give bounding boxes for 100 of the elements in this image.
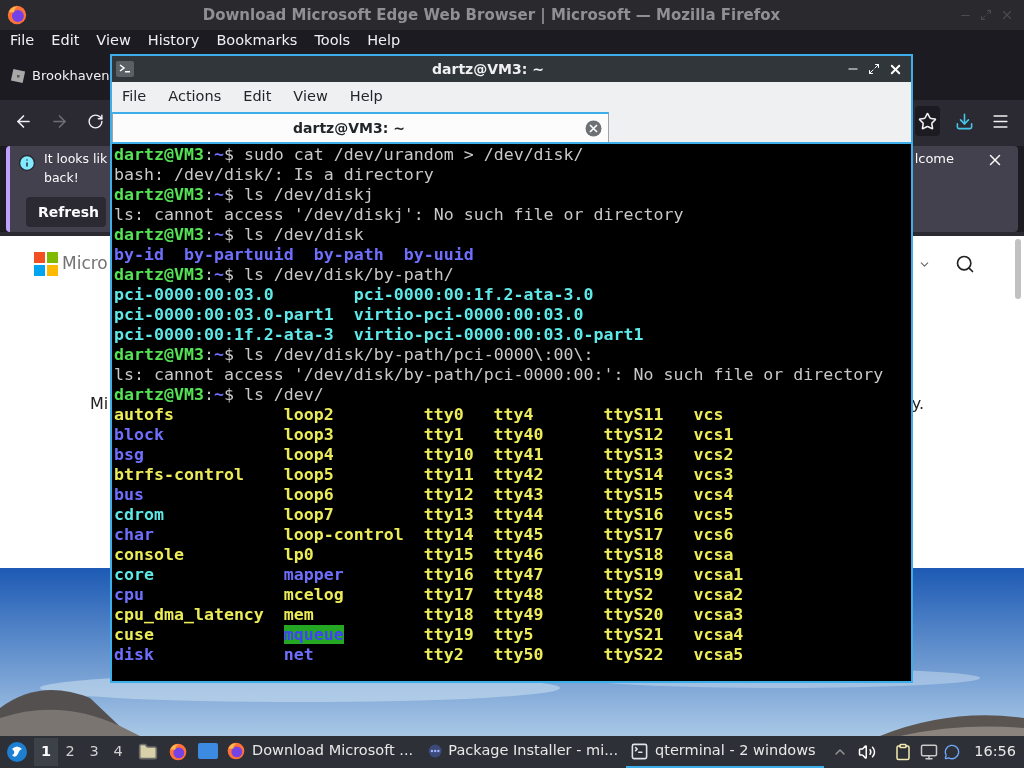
file-name: tty13: [423, 505, 474, 524]
file-name: ttyS18: [603, 545, 664, 564]
terminal-tab[interactable]: dartz@VM3: ~: [112, 112, 609, 142]
file-name: btrfs-control: [114, 465, 244, 484]
menu-item[interactable]: File: [122, 86, 147, 108]
workspace-button[interactable]: 2: [58, 738, 82, 766]
clock[interactable]: 16:56: [974, 741, 1016, 763]
command-line: dartz@VM3:~$ ls /dev/disk/by-path/: [114, 265, 454, 285]
output-line: ls: cannot access '/dev/diskj': No such file or directory: [114, 205, 684, 225]
file-name: tty46: [493, 545, 544, 564]
output-line: ls: cannot access '/dev/disk/by-path/pci-0000:00:': No such file or directory: [114, 365, 884, 385]
workspace-button[interactable]: 4: [106, 738, 130, 766]
file-name: vcsa: [693, 545, 734, 564]
menu-item[interactable]: File: [10, 30, 35, 52]
menu-item[interactable]: Bookmarks: [216, 30, 298, 52]
file-name: tty41: [493, 445, 544, 464]
file-name: by-uuid: [403, 245, 474, 264]
file-name: by-path: [313, 245, 384, 264]
refresh-button[interactable]: Refresh: [26, 197, 106, 227]
workspace-button[interactable]: 3: [82, 738, 106, 766]
file-name: tty42: [493, 465, 544, 484]
file-name: ttyS12: [603, 425, 664, 444]
file-name: loop-control: [283, 525, 404, 544]
file-name: console: [114, 545, 184, 564]
file-name: cpu: [114, 585, 144, 604]
file-name: loop3: [283, 425, 334, 444]
output-line: bash: /dev/disk/: Is a directory: [114, 165, 434, 185]
file-name: ttyS11: [603, 405, 664, 424]
file-name: core: [114, 565, 154, 584]
file-name: pci-0000:00:03.0: [114, 285, 274, 304]
file-name: tty18: [423, 605, 474, 624]
file-name: vcsa3: [693, 605, 744, 624]
command-line: dartz@VM3:~$ ls /dev/: [114, 385, 324, 405]
file-name: tty48: [493, 585, 544, 604]
file-name: tty0: [423, 405, 464, 424]
file-name: virtio-pci-0000:00:03.0: [353, 305, 584, 324]
file-name: ttyS15: [603, 485, 664, 504]
file-name: ttyS19: [603, 565, 664, 584]
menu-item[interactable]: Edit: [243, 86, 272, 108]
file-name: cdrom: [114, 505, 164, 524]
file-name: tty44: [493, 505, 544, 524]
file-name: pci-0000:00:1f.2-ata-3: [114, 325, 334, 344]
file-name: ttyS20: [603, 605, 664, 624]
file-name: vcsa4: [693, 625, 744, 644]
page-text: Mi: [90, 393, 109, 415]
file-name: ttyS13: [603, 445, 664, 464]
file-name: loop4: [283, 445, 334, 464]
menu-item[interactable]: Help: [367, 30, 401, 52]
file-name: vcsa5: [693, 645, 744, 664]
file-name: tty5: [493, 625, 534, 644]
menu-item[interactable]: Actions: [168, 86, 222, 108]
file-name: mcelog: [283, 585, 344, 604]
notification-text: lcome: [914, 150, 954, 168]
file-name: pci-0000:00:1f.2-ata-3.0: [353, 285, 594, 304]
menu-item[interactable]: View: [96, 30, 131, 52]
window-title: dartz@VM3: ~: [431, 59, 545, 79]
file-name: cpu_dma_latency: [114, 605, 264, 624]
file-name: mqueue: [283, 625, 344, 644]
file-name: tty4: [493, 405, 534, 424]
workspace-button[interactable]: 1: [34, 738, 58, 766]
file-name: tty12: [423, 485, 474, 504]
file-name: loop7: [283, 505, 334, 524]
task-button[interactable]: Package Installer - mi...: [424, 736, 622, 768]
menu-item[interactable]: Tools: [314, 30, 351, 52]
file-name: loop2: [283, 405, 334, 424]
logo-text: Micro: [62, 252, 108, 276]
file-name: vcs4: [693, 485, 734, 504]
file-name: tty45: [493, 525, 544, 544]
file-name: ttyS16: [603, 505, 664, 524]
file-name: mem: [283, 605, 314, 624]
file-name: tty50: [493, 645, 544, 664]
menu-item[interactable]: Edit: [51, 30, 80, 52]
file-name: tty40: [493, 425, 544, 444]
file-name: vcs6: [693, 525, 734, 544]
file-name: ttyS22: [603, 645, 664, 664]
file-name: ttyS14: [603, 465, 664, 484]
file-name: tty14: [423, 525, 474, 544]
task-button[interactable]: Download Microsoft ...: [222, 736, 420, 768]
browser-tab[interactable]: Brookhaven: [32, 66, 110, 86]
file-name: tty16: [423, 565, 474, 584]
file-name: vcs3: [693, 465, 734, 484]
file-name: bsg: [114, 445, 144, 464]
file-name: mapper: [283, 565, 344, 584]
file-name: tty19: [423, 625, 474, 644]
file-name: tty11: [423, 465, 474, 484]
file-name: ttyS17: [603, 525, 664, 544]
command-line: dartz@VM3:~$ sudo cat /dev/urandom > /dev/disk/: [114, 145, 584, 165]
file-name: ttyS2: [603, 585, 654, 604]
file-name: by-partuuid: [183, 245, 294, 264]
file-name: by-id: [114, 245, 164, 264]
menu-item[interactable]: View: [293, 86, 328, 108]
task-button[interactable]: qterminal - 2 windows: [626, 736, 824, 768]
command-line: dartz@VM3:~$ ls /dev/disk/by-path/pci-0000\:00\:: [114, 345, 594, 365]
file-name: tty47: [493, 565, 544, 584]
file-name: disk: [114, 645, 154, 664]
file-name: tty43: [493, 485, 544, 504]
menu-item[interactable]: History: [147, 30, 200, 52]
file-name: vcs: [693, 405, 724, 424]
file-name: tty17: [423, 585, 474, 604]
menu-item[interactable]: Help: [349, 86, 383, 108]
